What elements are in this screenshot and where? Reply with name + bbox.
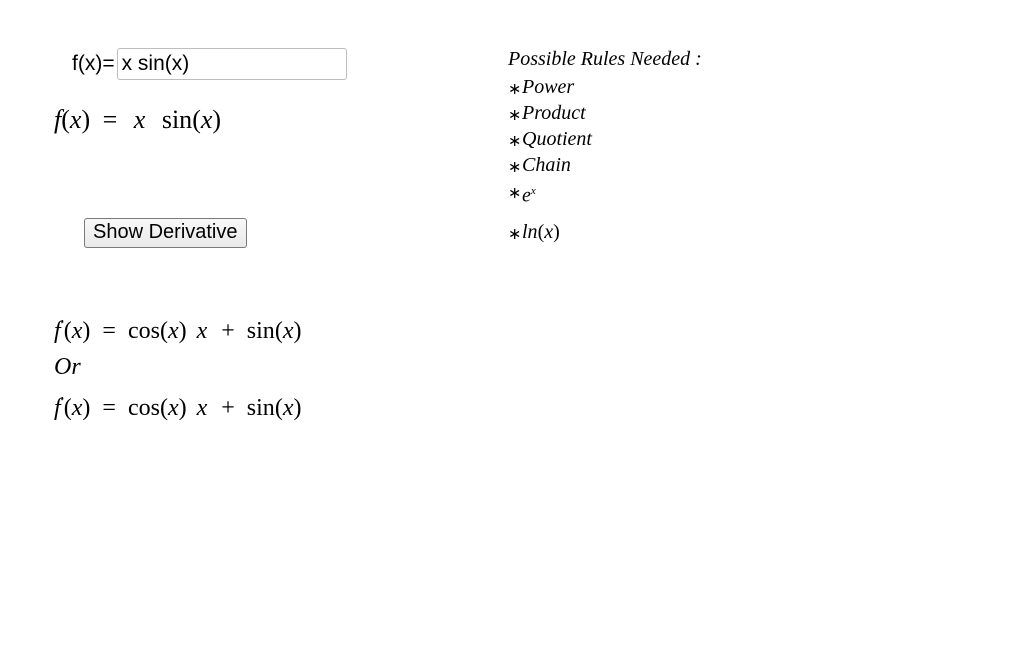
rule-product-label: Product [522, 102, 586, 124]
rule-quotient: ∗Quotient [508, 126, 702, 152]
d1-sin: sin [247, 318, 275, 344]
d1-cos-close: ) [179, 318, 187, 344]
derivative-or: Or [54, 349, 301, 385]
d2-open: ( [64, 395, 72, 421]
rules-title: Possible Rules Needed : [508, 46, 702, 72]
d2-sin-open: ( [275, 395, 283, 421]
rules-panel: Possible Rules Needed : ∗Power ∗Product … [508, 46, 702, 245]
derivative-line-1: f′(x) = cos(x) x + sin(x) [54, 308, 301, 349]
derivative-line-2: f′(x) = cos(x) x + sin(x) [54, 385, 301, 426]
asterisk-icon: ∗ [508, 181, 521, 207]
d2-f: f [54, 395, 61, 421]
d1-cos-arg: x [168, 318, 179, 344]
rule-ex-e: e [522, 185, 531, 207]
d2-arg: x [72, 395, 83, 421]
rule-ex: ∗ex [508, 178, 702, 209]
d2-cos-close: ) [179, 395, 187, 421]
rule-ln-arg: x [544, 221, 553, 243]
rule-ln-close: ) [553, 221, 560, 243]
fn-body-x: x [134, 105, 146, 134]
rule-chain: ∗Chain [508, 152, 702, 178]
rule-power-label: Power [522, 76, 574, 98]
function-input-row: f(x)= [72, 48, 347, 80]
rules-list: ∗Power ∗Product ∗Quotient ∗Chain ∗ex ∗ln… [508, 74, 702, 245]
d2-close: ) [82, 395, 90, 421]
d1-close: ) [82, 318, 90, 344]
d1-cos: cos [128, 318, 160, 344]
d2-cos-arg: x [168, 395, 179, 421]
fn-close: ) [81, 105, 90, 134]
derivative-block: f′(x) = cos(x) x + sin(x) Or f′(x) = cos… [54, 308, 301, 426]
d2-sin-arg: x [283, 395, 294, 421]
fn-open: ( [61, 105, 70, 134]
rule-ln-fn: ln [522, 221, 538, 243]
rule-ln: ∗ln(x) [508, 219, 702, 245]
d1-cos-open: ( [160, 318, 168, 344]
fn-body-close: ) [212, 105, 221, 134]
fn-arg: x [70, 105, 82, 134]
d1-sin-open: ( [275, 318, 283, 344]
d2-eq: = [102, 395, 116, 421]
rule-chain-label: Chain [522, 154, 571, 176]
d2-sin: sin [247, 395, 275, 421]
d1-f: f [54, 318, 61, 344]
d1-arg: x [72, 318, 83, 344]
rule-power: ∗Power [508, 74, 702, 100]
function-input-label: f(x)= [72, 52, 115, 76]
rule-quotient-label: Quotient [522, 128, 592, 150]
d1-sin-close: ) [293, 318, 301, 344]
d2-cos: cos [128, 395, 160, 421]
d1-eq: = [102, 318, 116, 344]
fn-body-sin: sin [162, 105, 192, 134]
d1-sin-arg: x [283, 318, 294, 344]
function-input[interactable] [117, 48, 347, 80]
d1-x: x [197, 318, 208, 344]
fn-body-arg: x [201, 105, 213, 134]
show-derivative-button[interactable]: Show Derivative [84, 218, 247, 248]
rule-ex-sup: x [531, 185, 536, 197]
function-display: f(x) = x sin(x) [54, 105, 221, 135]
d1-open: ( [64, 318, 72, 344]
asterisk-icon: ∗ [508, 222, 521, 248]
d2-sin-close: ) [293, 395, 301, 421]
fn-eq: = [103, 105, 118, 134]
fn-body-open: ( [192, 105, 201, 134]
d1-plus: + [221, 318, 235, 344]
rule-product: ∗Product [508, 100, 702, 126]
d2-cos-open: ( [160, 395, 168, 421]
d2-plus: + [221, 395, 235, 421]
d2-x: x [197, 395, 208, 421]
